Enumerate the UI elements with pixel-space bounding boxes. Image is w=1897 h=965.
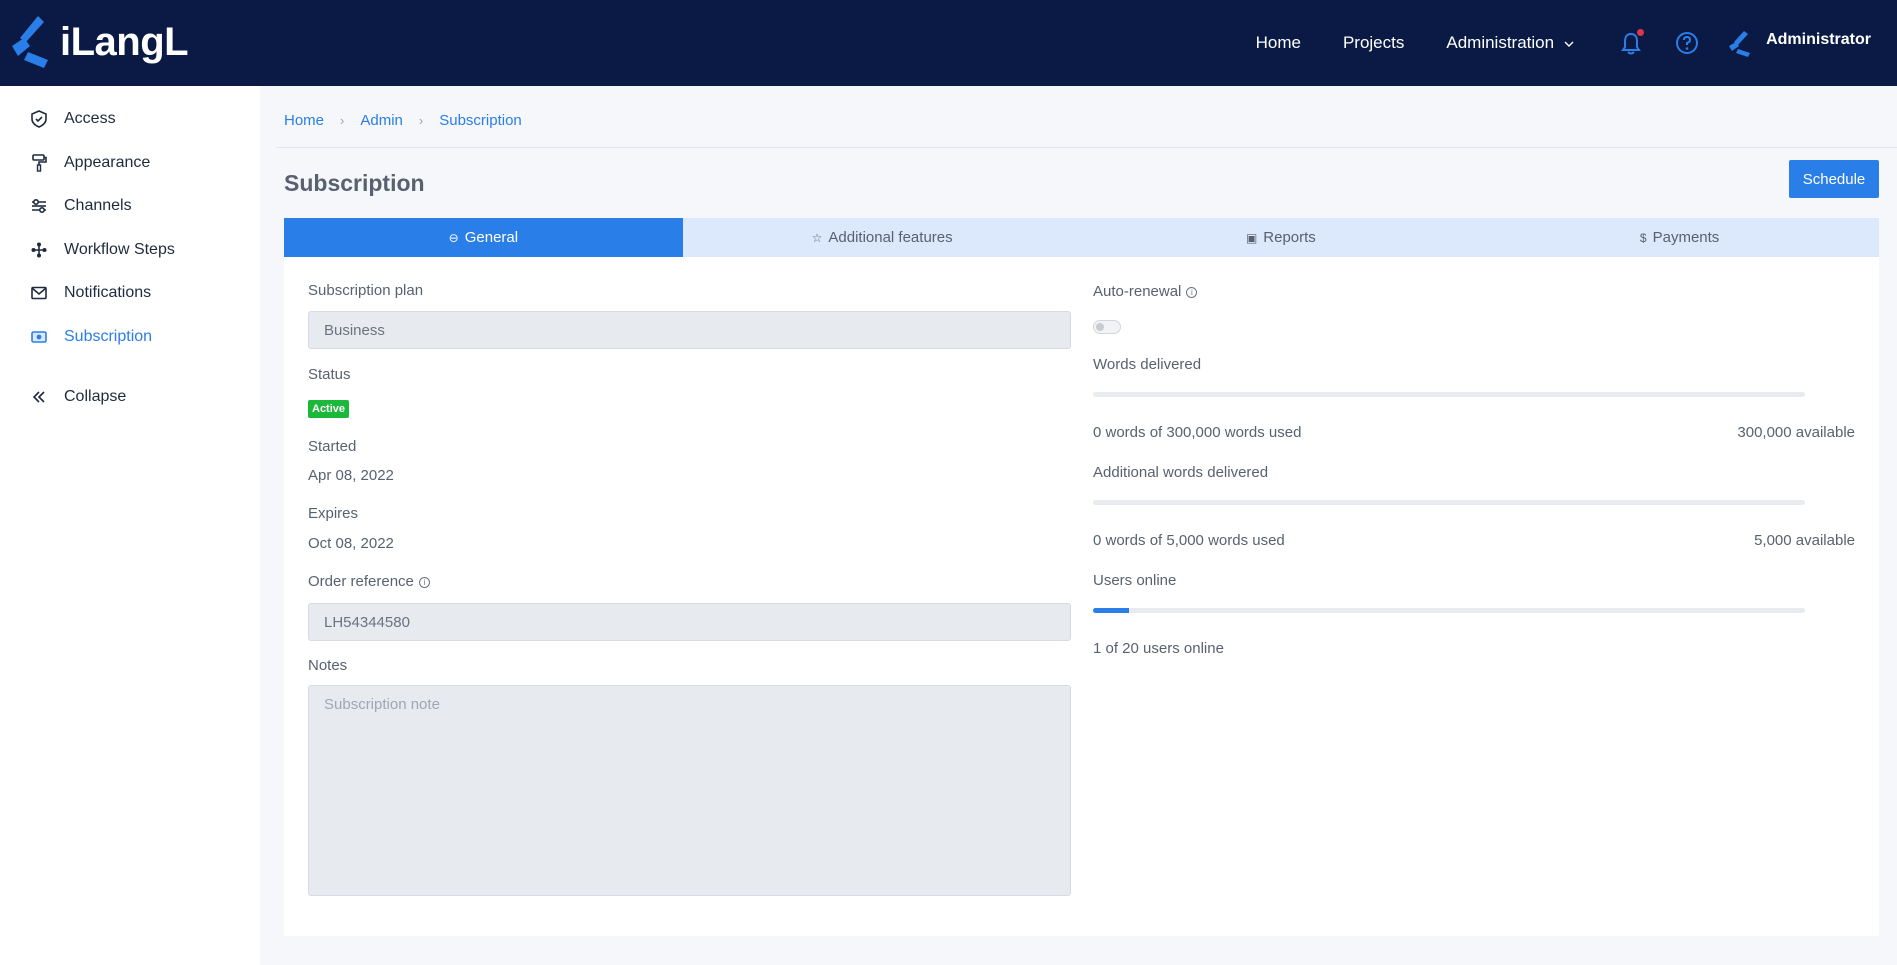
breadcrumb-admin[interactable]: Admin: [360, 112, 403, 129]
additional-words-label: Additional words delivered: [1093, 464, 1269, 481]
sidebar-collapse-label: Collapse: [64, 388, 127, 405]
sidebar-item-label: Access: [64, 110, 116, 127]
users-online-label: Users online: [1093, 572, 1177, 589]
dollar-icon: $: [1639, 230, 1647, 245]
tab-label: Additional features: [828, 229, 953, 246]
users-online-fill: [1093, 608, 1129, 613]
expires-label: Expires: [308, 505, 359, 522]
page-title: Subscription: [284, 170, 425, 196]
shield-check-icon: [30, 110, 48, 128]
words-used-text: 0 words of 300,000 words used: [1093, 424, 1302, 441]
tab-label: Reports: [1263, 229, 1316, 246]
help-icon[interactable]: [1672, 28, 1702, 58]
sidebar: Access Appearance Channels Workflow Step…: [0, 86, 260, 965]
auto-renewal-text: Auto-renewal: [1093, 283, 1182, 300]
additional-words-used-text: 0 words of 5,000 words used: [1093, 532, 1285, 549]
started-value: Apr 08, 2022: [308, 467, 394, 484]
tab-additional-features[interactable]: ☆ Additional features: [683, 218, 1082, 257]
users-online-progress: [1093, 608, 1805, 613]
workflow-icon: [30, 241, 48, 259]
logo-icon: [12, 16, 48, 68]
schedule-button[interactable]: Schedule: [1789, 160, 1879, 198]
chevron-down-icon: [1564, 36, 1574, 50]
double-chevron-left-icon: [30, 388, 48, 406]
status-label: Status: [308, 366, 351, 383]
nav-home[interactable]: Home: [1256, 33, 1301, 53]
expires-value: Oct 08, 2022: [308, 535, 394, 552]
sidebar-item-label: Workflow Steps: [64, 241, 175, 258]
main-content: Home › Admin › Subscription Subscription…: [260, 86, 1897, 965]
words-delivered-progress: [1093, 392, 1805, 397]
tab-bar: ⊖ General ☆ Additional features ▣ Report…: [284, 218, 1879, 257]
sidebar-item-channels[interactable]: Channels: [30, 197, 132, 215]
toggle-knob: [1096, 323, 1104, 331]
words-available-text: 300,000 available: [1737, 424, 1855, 441]
nav-projects[interactable]: Projects: [1343, 33, 1404, 53]
tab-label: Payments: [1652, 229, 1720, 246]
tab-general[interactable]: ⊖ General: [284, 218, 683, 257]
star-icon: ☆: [811, 230, 823, 245]
tab-reports[interactable]: ▣ Reports: [1082, 218, 1481, 257]
sidebar-item-subscription[interactable]: Subscription: [30, 328, 152, 346]
top-navbar: iLangL Home Projects Administration Admi…: [0, 0, 1897, 86]
chevron-right-icon: ›: [418, 113, 424, 128]
chevron-right-icon: ›: [340, 113, 345, 128]
brand-logo[interactable]: iLangL: [10, 12, 189, 72]
nav-administration-label: Administration: [1446, 33, 1555, 52]
sidebar-item-label: Subscription: [64, 328, 153, 345]
sidebar-collapse[interactable]: Collapse: [30, 388, 126, 406]
paint-roller-icon: [30, 154, 48, 172]
order-reference-text: Order reference: [308, 573, 414, 590]
sidebar-item-notifications[interactable]: Notifications: [30, 284, 151, 302]
started-label: Started: [308, 438, 357, 455]
sidebar-item-appearance[interactable]: Appearance: [30, 154, 150, 172]
breadcrumb-subscription[interactable]: Subscription: [439, 112, 522, 129]
info-icon[interactable]: i: [418, 577, 430, 588]
mail-icon: [30, 284, 48, 302]
plan-label: Subscription plan: [308, 282, 424, 299]
user-name: Administrator: [1766, 31, 1871, 48]
order-reference-label: Order reference i: [308, 573, 430, 590]
sidebar-item-label: Notifications: [64, 284, 152, 301]
nav-administration[interactable]: Administration: [1446, 33, 1574, 53]
additional-words-progress: [1093, 500, 1805, 505]
sidebar-item-access[interactable]: Access: [30, 110, 116, 128]
minus-circle-icon: ⊖: [448, 230, 459, 245]
order-reference-field[interactable]: LH54344580: [308, 603, 1071, 641]
auto-renewal-label: Auto-renewal i: [1093, 283, 1198, 300]
brand-name: iLangL: [60, 19, 189, 64]
breadcrumb: Home › Admin › Subscription: [284, 112, 522, 129]
tab-payments[interactable]: $ Payments: [1480, 218, 1879, 257]
tab-label: General: [464, 229, 519, 246]
sidebar-item-label: Appearance: [64, 154, 151, 171]
user-menu[interactable]: Administrator: [1728, 29, 1871, 57]
users-online-text: 1 of 20 users online: [1093, 640, 1224, 657]
money-icon: [30, 328, 48, 346]
sidebar-item-label: Channels: [64, 197, 132, 214]
sliders-icon: [30, 197, 48, 215]
status-badge: Active: [308, 400, 350, 418]
breadcrumb-home[interactable]: Home: [284, 112, 324, 129]
sidebar-item-workflow-steps[interactable]: Workflow Steps: [30, 241, 175, 259]
bell-icon[interactable]: [1616, 28, 1646, 58]
breadcrumb-divider: [276, 147, 1897, 148]
notes-textarea[interactable]: Subscription note: [308, 685, 1071, 896]
general-panel: Subscription plan Business Status Active…: [284, 257, 1879, 936]
auto-renewal-toggle[interactable]: [1093, 320, 1121, 334]
words-delivered-label: Words delivered: [1093, 356, 1202, 373]
notification-dot: [1637, 29, 1645, 36]
notes-label: Notes: [308, 657, 348, 674]
chart-icon: ▣: [1245, 230, 1258, 245]
user-logo-icon: [1729, 31, 1751, 57]
plan-field[interactable]: Business: [308, 311, 1071, 349]
info-icon[interactable]: i: [1186, 287, 1198, 298]
additional-words-available-text: 5,000 available: [1754, 532, 1855, 549]
